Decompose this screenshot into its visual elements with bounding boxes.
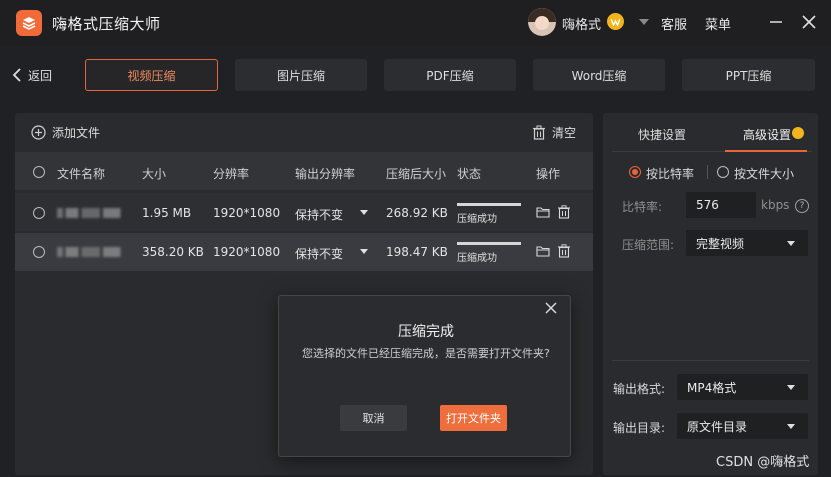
user-avatar[interactable] bbox=[528, 8, 556, 36]
help-icon[interactable]: ? bbox=[795, 199, 809, 213]
user-dropdown-icon[interactable] bbox=[639, 19, 649, 25]
file-size: 358.20 KB bbox=[142, 245, 204, 259]
cancel-button[interactable]: 取消 bbox=[340, 405, 407, 431]
back-button[interactable]: 返回 bbox=[12, 62, 52, 88]
chevron-left-icon bbox=[12, 68, 21, 82]
tab-advanced-settings[interactable]: 高级设置 bbox=[743, 126, 791, 143]
filesize-mode-label[interactable]: 按文件大小 bbox=[734, 165, 794, 182]
tab-pdf-compress[interactable]: PDF压缩 bbox=[384, 59, 516, 91]
file-name-blurred bbox=[57, 247, 129, 257]
app-title: 嗨格式压缩大师 bbox=[52, 15, 161, 33]
col-status: 状态 bbox=[457, 167, 482, 181]
add-circle-icon bbox=[31, 125, 46, 140]
app-logo-icon bbox=[16, 10, 42, 36]
file-size: 1.95 MB bbox=[142, 206, 192, 220]
trash-icon bbox=[533, 125, 545, 140]
chevron-down-icon[interactable] bbox=[787, 424, 795, 429]
col-compressed-size: 压缩后大小 bbox=[386, 167, 447, 181]
range-value: 完整视频 bbox=[696, 236, 745, 251]
status-text: 压缩成功 bbox=[457, 253, 497, 264]
col-output-resolution: 输出分辨率 bbox=[295, 167, 356, 181]
dialog-message: 您选择的文件已经压缩完成，是否需要打开文件夹? bbox=[302, 347, 550, 360]
chevron-down-icon[interactable] bbox=[360, 249, 368, 254]
output-resolution-select[interactable]: 保持不变 bbox=[295, 206, 343, 223]
delete-icon[interactable] bbox=[557, 205, 571, 219]
tab-video-compress[interactable]: 视频压缩 bbox=[85, 59, 218, 91]
bitrate-unit: kbps bbox=[761, 198, 790, 212]
vip-crown-icon bbox=[792, 127, 804, 139]
range-label: 压缩范围: bbox=[622, 238, 675, 252]
active-tab-indicator bbox=[725, 150, 807, 152]
close-icon[interactable] bbox=[544, 301, 558, 315]
chevron-down-icon[interactable] bbox=[787, 385, 795, 390]
tab-word-compress[interactable]: Word压缩 bbox=[533, 59, 665, 91]
tab-ppt-compress[interactable]: PPT压缩 bbox=[682, 59, 815, 91]
tab-quick-settings[interactable]: 快捷设置 bbox=[638, 126, 686, 143]
delete-icon[interactable] bbox=[557, 244, 571, 258]
tab-image-compress[interactable]: 图片压缩 bbox=[235, 59, 367, 91]
format-label: 输出格式: bbox=[613, 382, 666, 396]
select-all-radio[interactable] bbox=[33, 166, 45, 178]
menu-link[interactable]: 菜单 bbox=[705, 14, 731, 33]
output-dir-value: 原文件目录 bbox=[687, 419, 748, 434]
chevron-down-icon[interactable] bbox=[787, 241, 795, 246]
file-resolution: 1920*1080 bbox=[213, 245, 281, 259]
bitrate-input[interactable]: 576 bbox=[686, 192, 756, 218]
clear-button[interactable]: 清空 bbox=[532, 124, 576, 141]
chevron-down-icon[interactable] bbox=[360, 210, 368, 215]
status-text: 压缩成功 bbox=[457, 214, 497, 225]
back-label: 返回 bbox=[28, 68, 53, 83]
bitrate-label: 比特率: bbox=[622, 200, 663, 214]
progress-bar bbox=[457, 242, 521, 245]
folder-icon[interactable] bbox=[536, 244, 550, 258]
format-value: MP4格式 bbox=[687, 380, 737, 395]
minimize-button[interactable] bbox=[765, 11, 787, 33]
col-file-name: 文件名称 bbox=[57, 167, 106, 181]
username[interactable]: 嗨格式 bbox=[562, 14, 601, 33]
customer-service-link[interactable]: 客服 bbox=[661, 14, 687, 33]
open-folder-button[interactable]: 打开文件夹 bbox=[440, 405, 507, 431]
row-select-radio[interactable] bbox=[33, 207, 45, 219]
folder-icon[interactable] bbox=[536, 205, 550, 219]
mode-divider bbox=[707, 165, 708, 179]
bitrate-mode-radio[interactable] bbox=[629, 166, 641, 178]
progress-bar bbox=[457, 203, 521, 206]
col-size: 大小 bbox=[142, 167, 167, 181]
file-resolution: 1920*1080 bbox=[213, 206, 281, 220]
dialog-title: 压缩完成 bbox=[398, 324, 454, 340]
add-file-label: 添加文件 bbox=[52, 126, 101, 140]
row-select-radio[interactable] bbox=[33, 246, 45, 258]
compressed-size: 198.47 KB bbox=[386, 245, 448, 259]
close-window-button[interactable] bbox=[798, 11, 820, 33]
section-divider bbox=[612, 360, 809, 361]
clear-label: 清空 bbox=[552, 126, 577, 140]
bitrate-mode-label[interactable]: 按比特率 bbox=[646, 165, 694, 182]
output-resolution-select[interactable]: 保持不变 bbox=[295, 245, 343, 262]
file-name-blurred bbox=[57, 208, 129, 218]
vip-badge-icon bbox=[607, 13, 624, 30]
compressed-size: 268.92 KB bbox=[386, 206, 448, 220]
watermark: CSDN @嗨格式 bbox=[716, 455, 810, 470]
output-dir-label: 输出目录: bbox=[613, 421, 666, 435]
add-file-button[interactable]: 添加文件 bbox=[31, 124, 100, 141]
compress-complete-dialog bbox=[278, 295, 571, 457]
col-resolution: 分辨率 bbox=[213, 167, 250, 181]
filesize-mode-radio[interactable] bbox=[717, 166, 729, 178]
col-actions: 操作 bbox=[536, 167, 561, 181]
